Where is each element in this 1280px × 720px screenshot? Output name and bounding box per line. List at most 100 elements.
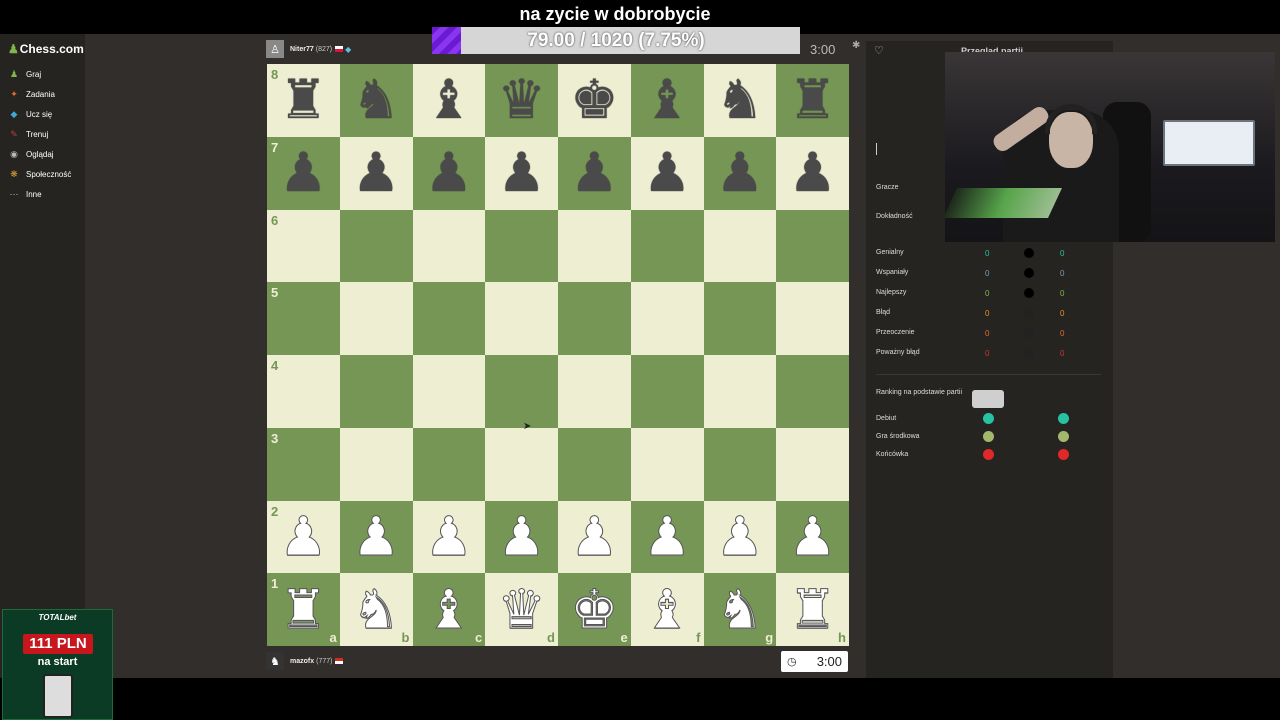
square-e8[interactable]: ♚ <box>558 64 631 137</box>
square-e7[interactable]: ♟ <box>558 136 631 210</box>
black-rook-icon[interactable]: ♜ <box>788 73 836 127</box>
square-h3[interactable] <box>776 427 849 501</box>
square-e2[interactable]: ♟ <box>558 500 631 574</box>
white-bishop-icon[interactable]: ♝ <box>424 582 473 637</box>
white-king-icon[interactable]: ♚ <box>570 582 619 637</box>
square-b8[interactable]: ♞ <box>339 64 413 137</box>
white-pawn-icon[interactable]: ♟ <box>424 509 473 564</box>
square-a5[interactable]: 5 <box>267 282 340 355</box>
chess-logo[interactable]: ♟Chess.com <box>8 42 84 56</box>
white-knight-icon[interactable]: ♞ <box>715 582 764 637</box>
black-bishop-icon[interactable]: ♝ <box>643 73 691 127</box>
sidebar-item-more[interactable]: ⋯ Inne <box>0 184 85 204</box>
square-c8[interactable]: ♝ <box>412 64 486 137</box>
black-knight-icon[interactable]: ♞ <box>716 73 764 127</box>
white-pawn-icon[interactable]: ♟ <box>642 509 691 564</box>
square-f3[interactable] <box>630 427 704 501</box>
square-g8[interactable]: ♞ <box>703 64 777 137</box>
square-d8[interactable]: ♛ <box>485 64 558 137</box>
square-f4[interactable] <box>630 355 704 428</box>
square-c1[interactable]: c ♝ <box>412 573 486 646</box>
white-pawn-icon[interactable]: ♟ <box>570 509 619 564</box>
square-g7[interactable]: ♟ <box>703 136 777 210</box>
white-bishop-icon[interactable]: ♝ <box>642 582 691 637</box>
square-h4[interactable] <box>776 355 849 428</box>
square-b5[interactable] <box>339 282 413 355</box>
square-a7[interactable]: 7 ♟ <box>267 136 340 210</box>
square-c2[interactable]: ♟ <box>412 500 486 574</box>
player-top[interactable]: ♙ Niter77 (827) ◆ <box>266 40 351 58</box>
square-h6[interactable] <box>776 209 849 283</box>
gear-icon[interactable]: ✱ <box>852 40 860 51</box>
black-queen-icon[interactable]: ♛ <box>497 73 545 127</box>
white-pawn-icon[interactable]: ♟ <box>497 509 546 564</box>
square-b1[interactable]: b ♞ <box>339 573 413 646</box>
square-d3[interactable] <box>485 427 558 501</box>
black-knight-icon[interactable]: ♞ <box>352 73 400 127</box>
square-d5[interactable] <box>485 282 558 355</box>
black-king-icon[interactable]: ♚ <box>570 73 618 127</box>
black-pawn-icon[interactable]: ♟ <box>570 146 618 200</box>
sidebar-item-watch[interactable]: ◉ Oglądaj <box>0 144 85 164</box>
square-g5[interactable] <box>703 282 777 355</box>
square-f5[interactable] <box>630 282 704 355</box>
sidebar-item-puzzle[interactable]: ✦ Zadania <box>0 84 85 104</box>
square-g1[interactable]: g ♞ <box>703 573 777 646</box>
square-b4[interactable] <box>339 355 413 428</box>
square-d1[interactable]: d ♛ <box>485 573 558 646</box>
square-d6[interactable] <box>485 209 558 283</box>
black-pawn-icon[interactable]: ♟ <box>716 146 764 200</box>
square-e4[interactable] <box>558 355 631 428</box>
square-c6[interactable] <box>412 209 486 283</box>
square-a6[interactable]: 6 <box>267 209 340 283</box>
black-pawn-icon[interactable]: ♟ <box>425 146 473 200</box>
sidebar-item-learn[interactable]: ◆ Ucz się <box>0 104 85 124</box>
square-a8[interactable]: 8 ♜ <box>267 64 340 137</box>
black-bishop-icon[interactable]: ♝ <box>425 73 473 127</box>
white-pawn-icon[interactable]: ♟ <box>788 509 837 564</box>
heart-icon[interactable]: ♡ <box>874 44 884 57</box>
square-e5[interactable] <box>558 282 631 355</box>
square-h8[interactable]: ♜ <box>776 64 849 137</box>
square-d7[interactable]: ♟ <box>485 136 558 210</box>
square-g3[interactable] <box>703 427 777 501</box>
square-f8[interactable]: ♝ <box>630 64 704 137</box>
square-h2[interactable]: ♟ <box>776 500 849 574</box>
square-f6[interactable] <box>630 209 704 283</box>
square-d2[interactable]: ♟ <box>485 500 558 574</box>
square-e1[interactable]: e ♚ <box>558 573 631 646</box>
chess-board[interactable]: 8 ♜ ♞ ♝ ♛ ♚ ♝ ♞ ♜ 7 ♟ ♟ ♟ ♟ ♟ ♟ ♟ ♟ 6 5 4 3 2 ♟ ♟ ♟ ♟ ♟ ♟ ♟ ♟ 1 a ♜ b ♞ c ♝ d ♛… <box>267 64 849 646</box>
black-pawn-icon[interactable]: ♟ <box>788 146 836 200</box>
square-h5[interactable] <box>776 282 849 355</box>
square-a1[interactable]: 1 a ♜ <box>267 573 340 646</box>
sidebar-item-train[interactable]: ✎ Trenuj <box>0 124 85 144</box>
square-c5[interactable] <box>412 282 486 355</box>
white-rook-icon[interactable]: ♜ <box>279 582 328 637</box>
sidebar-item-play[interactable]: ♟ Graj <box>0 64 85 84</box>
square-g2[interactable]: ♟ <box>703 500 777 574</box>
white-pawn-icon[interactable]: ♟ <box>279 509 328 564</box>
player-bottom[interactable]: ♞ mazofx (777) <box>266 652 344 670</box>
black-rook-icon[interactable]: ♜ <box>279 73 327 127</box>
sponsor-ad[interactable]: TOTALbet 111 PLN na start <box>2 609 113 720</box>
black-pawn-icon[interactable]: ♟ <box>279 146 327 200</box>
square-f7[interactable]: ♟ <box>630 136 704 210</box>
square-a4[interactable]: 4 <box>267 355 340 428</box>
square-c3[interactable] <box>412 427 486 501</box>
square-c4[interactable] <box>412 355 486 428</box>
sidebar-item-community[interactable]: ❋ Społeczność <box>0 164 85 184</box>
square-d4[interactable] <box>485 355 558 428</box>
square-b3[interactable] <box>339 427 413 501</box>
square-a3[interactable]: 3 <box>267 427 340 501</box>
square-e6[interactable] <box>558 209 631 283</box>
square-h7[interactable]: ♟ <box>776 136 849 210</box>
square-f1[interactable]: f ♝ <box>630 573 704 646</box>
white-pawn-icon[interactable]: ♟ <box>715 509 764 564</box>
square-g6[interactable] <box>703 209 777 283</box>
black-pawn-icon[interactable]: ♟ <box>497 146 545 200</box>
square-c7[interactable]: ♟ <box>412 136 486 210</box>
black-pawn-icon[interactable]: ♟ <box>643 146 691 200</box>
square-g4[interactable] <box>703 355 777 428</box>
square-e3[interactable] <box>558 427 631 501</box>
white-knight-icon[interactable]: ♞ <box>351 582 400 637</box>
